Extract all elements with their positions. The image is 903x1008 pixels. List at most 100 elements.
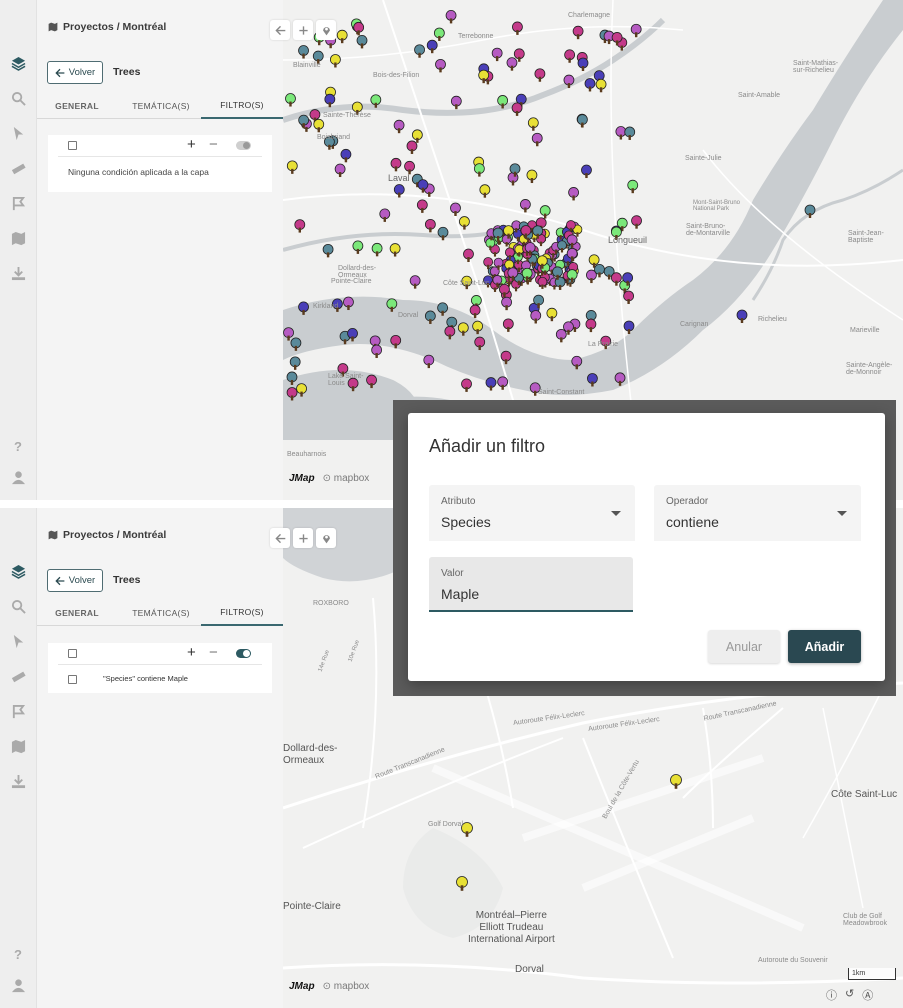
tree-marker[interactable]: [379, 208, 391, 222]
measure-ruler-icon[interactable]: [9, 667, 27, 685]
operator-select[interactable]: Operador contiene: [654, 485, 861, 541]
zoom-in-button[interactable]: [293, 20, 313, 40]
select-all-checkbox[interactable]: [68, 141, 77, 150]
tree-marker[interactable]: [450, 202, 461, 216]
tree-marker[interactable]: [631, 215, 642, 229]
tree-marker[interactable]: [285, 93, 296, 107]
search-icon[interactable]: [9, 89, 27, 107]
tree-marker[interactable]: [433, 27, 445, 41]
tree-marker[interactable]: [627, 179, 639, 194]
north-arrow-icon[interactable]: Ⓐ: [862, 987, 873, 1003]
tree-marker[interactable]: [581, 164, 592, 179]
breadcrumb[interactable]: Proyectos / Montréal: [48, 21, 166, 33]
tree-marker[interactable]: [585, 318, 597, 333]
tree-marker[interactable]: [324, 93, 336, 108]
tree-marker[interactable]: [336, 29, 348, 44]
tree-marker[interactable]: [329, 54, 341, 68]
tab-general[interactable]: GENERAL: [42, 599, 112, 626]
remove-filter-button[interactable]: −: [209, 137, 218, 153]
tree-marker[interactable]: [416, 199, 428, 213]
tree-marker[interactable]: [473, 163, 485, 177]
tree-marker[interactable]: [534, 68, 546, 82]
tree-marker[interactable]: [411, 129, 423, 143]
tree-marker[interactable]: [577, 114, 588, 128]
tree-marker[interactable]: [530, 310, 542, 324]
tree-marker[interactable]: [511, 102, 523, 116]
download-icon[interactable]: [9, 772, 27, 790]
tree-marker[interactable]: [424, 218, 436, 233]
measure-ruler-icon[interactable]: [9, 159, 27, 177]
user-icon[interactable]: [9, 976, 27, 994]
tree-marker[interactable]: [390, 157, 402, 172]
tree-marker[interactable]: [502, 318, 514, 332]
tab-filtros[interactable]: FILTRO(S): [201, 92, 283, 119]
value-input[interactable]: Valor Maple: [429, 557, 633, 612]
condition-checkbox[interactable]: [68, 675, 77, 684]
tree-marker[interactable]: [531, 132, 543, 147]
tree-marker[interactable]: [353, 21, 365, 36]
layers-icon[interactable]: [9, 54, 27, 72]
tree-marker[interactable]: [519, 199, 531, 213]
mapbox-logo[interactable]: ⊙ mapbox: [323, 473, 370, 484]
tree-marker[interactable]: [572, 25, 584, 40]
tree-marker[interactable]: [507, 172, 519, 186]
tree-marker[interactable]: [298, 45, 309, 59]
tree-marker[interactable]: [294, 219, 306, 233]
tree-marker[interactable]: [595, 78, 607, 93]
tree-marker[interactable]: [497, 376, 509, 390]
tree-marker[interactable]: [501, 296, 512, 311]
tree-marker[interactable]: [584, 78, 596, 92]
select-pointer-icon[interactable]: [9, 632, 27, 650]
breadcrumb[interactable]: Proyectos / Montréal: [48, 529, 166, 541]
tree-marker[interactable]: [352, 240, 364, 254]
tree-marker[interactable]: [736, 309, 748, 323]
tree-marker[interactable]: [463, 248, 474, 263]
tree-marker[interactable]: [577, 57, 589, 71]
collapse-panel-button[interactable]: [270, 528, 290, 548]
tree-marker[interactable]: [414, 44, 425, 58]
collapse-panel-button[interactable]: [270, 20, 290, 40]
add-button[interactable]: Añadir: [788, 630, 861, 663]
select-pointer-icon[interactable]: [9, 124, 27, 142]
tree-marker[interactable]: [555, 328, 567, 343]
tab-tematica[interactable]: TEMÁTICA(S): [123, 599, 199, 626]
tree-marker[interactable]: [546, 307, 558, 322]
tree-marker[interactable]: [459, 216, 470, 230]
info-icon[interactable]: ⓘ: [826, 987, 837, 1003]
tree-marker[interactable]: [426, 39, 438, 54]
tree-marker[interactable]: [479, 184, 491, 198]
select-all-checkbox[interactable]: [68, 649, 77, 658]
tree-marker[interactable]: [526, 169, 538, 184]
tree-marker[interactable]: [435, 58, 446, 73]
download-icon[interactable]: [9, 264, 27, 282]
help-icon[interactable]: ?: [9, 437, 27, 455]
basemap-icon[interactable]: [9, 737, 27, 755]
tree-marker[interactable]: [624, 126, 636, 140]
user-icon[interactable]: [9, 468, 27, 486]
tree-marker[interactable]: [289, 356, 301, 370]
back-button[interactable]: Volver: [47, 61, 103, 84]
remove-filter-button[interactable]: −: [209, 645, 218, 661]
tree-marker[interactable]: [506, 57, 518, 71]
tree-marker[interactable]: [406, 140, 418, 154]
tree-marker[interactable]: [322, 243, 334, 258]
tree-marker[interactable]: [409, 275, 421, 289]
tree-marker[interactable]: [393, 119, 405, 134]
tree-marker[interactable]: [340, 148, 352, 163]
tree-marker[interactable]: [286, 160, 298, 174]
annotation-flag-icon[interactable]: [9, 702, 27, 720]
tab-filtros[interactable]: FILTRO(S): [201, 599, 283, 626]
history-icon[interactable]: ↺: [845, 987, 854, 1003]
attribute-select[interactable]: Atributo Species: [429, 485, 635, 541]
filter-condition-row[interactable]: "Species" contiene Maple: [58, 665, 262, 693]
cancel-button[interactable]: Anular: [708, 630, 780, 663]
tree-marker[interactable]: [623, 290, 635, 304]
tree-marker[interactable]: [389, 243, 401, 257]
help-icon[interactable]: ?: [9, 945, 27, 963]
tree-marker[interactable]: [461, 378, 472, 392]
tree-marker[interactable]: [371, 242, 383, 257]
tree-marker[interactable]: [568, 187, 579, 201]
layers-icon[interactable]: [9, 562, 27, 580]
tree-marker[interactable]: [527, 117, 539, 131]
locate-button[interactable]: [316, 20, 336, 40]
